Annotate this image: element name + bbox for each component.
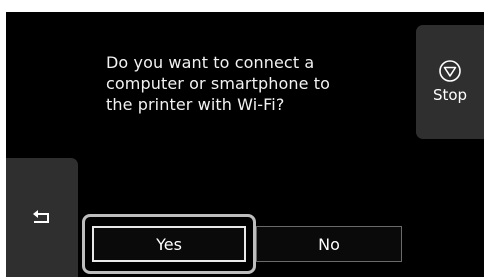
- printer-touch-screen: Do you want to connect a computer or sma…: [6, 12, 484, 277]
- stop-button[interactable]: Stop: [416, 25, 484, 139]
- no-button[interactable]: No: [256, 226, 402, 262]
- yes-button[interactable]: Yes: [92, 226, 246, 262]
- stop-label: Stop: [432, 86, 468, 104]
- back-arrow-icon: [33, 210, 49, 223]
- back-button[interactable]: [6, 158, 78, 277]
- wifi-connect-question: Do you want to connect a computer or sma…: [106, 53, 330, 114]
- stop-icon: [439, 60, 461, 82]
